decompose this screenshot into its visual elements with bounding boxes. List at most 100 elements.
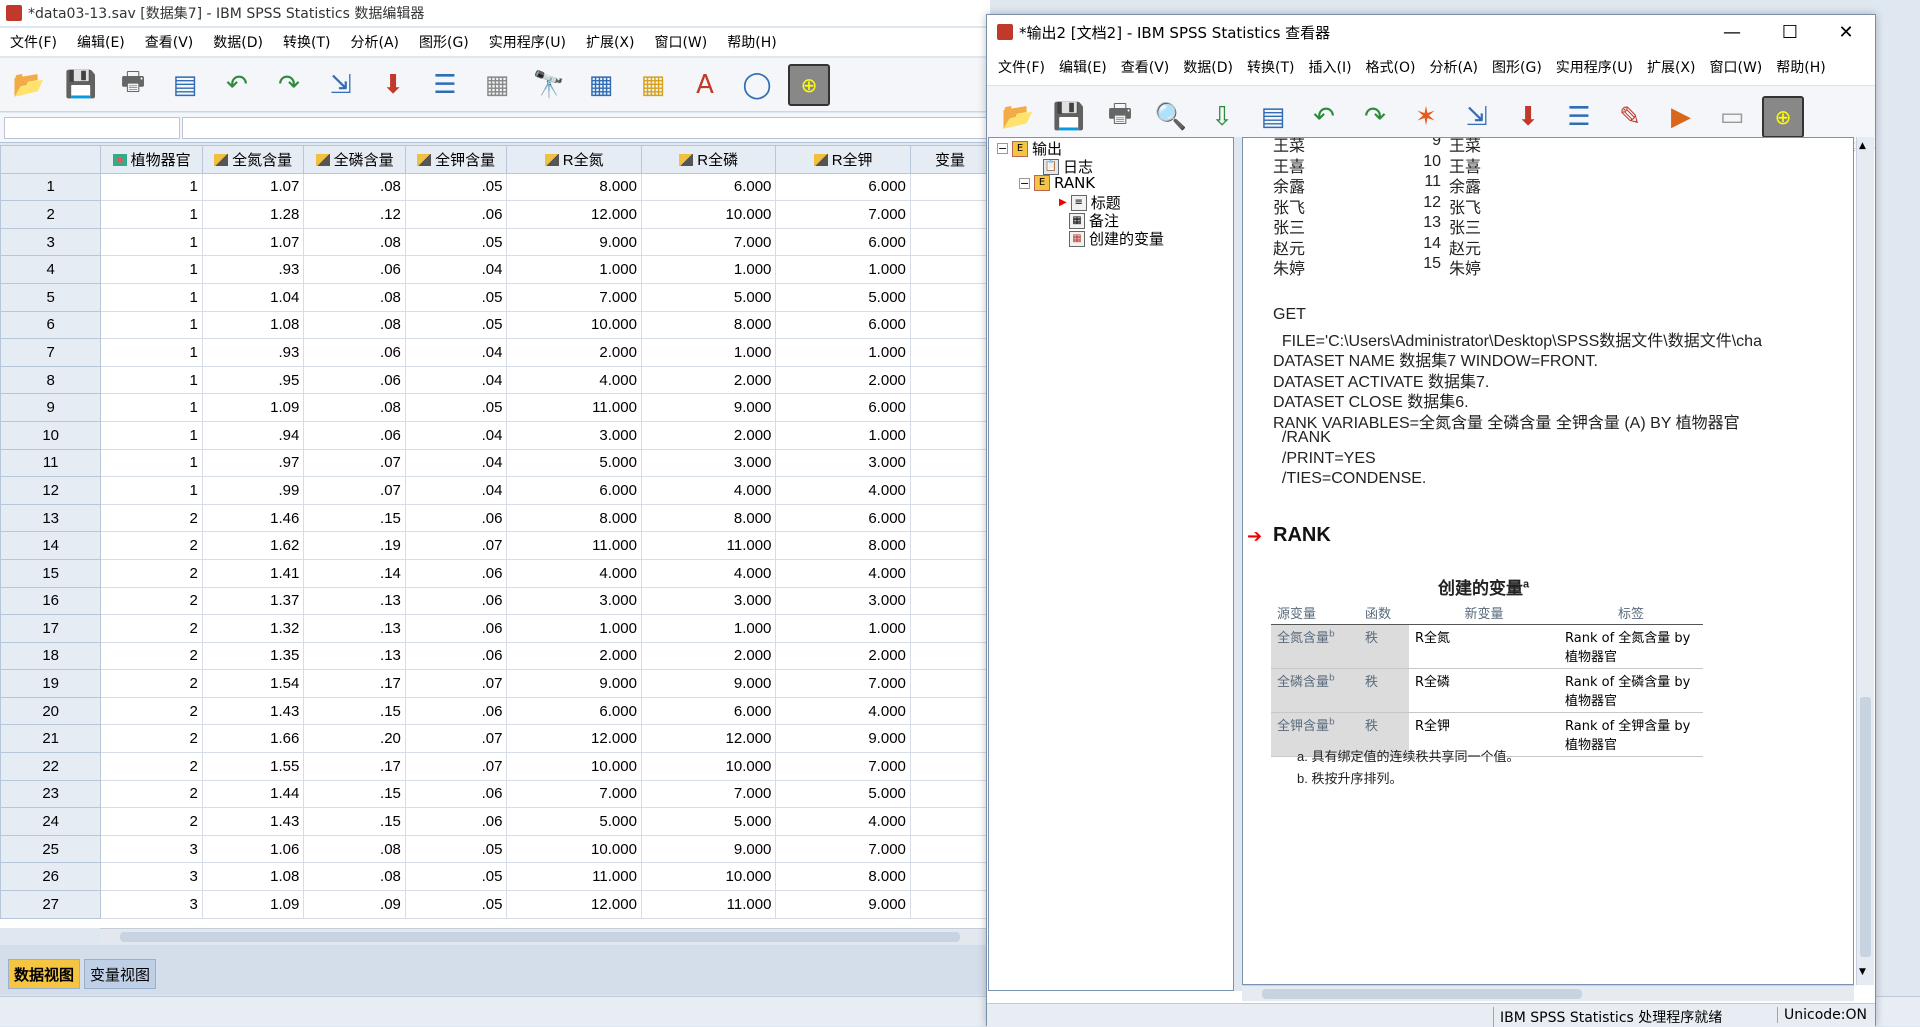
data-cell[interactable]: 2 — [100, 503, 203, 533]
column-header-5[interactable]: R全磷 — [640, 145, 777, 174]
data-cell[interactable]: 11.000 — [506, 531, 642, 560]
column-header-3[interactable]: 全钾含量 — [404, 145, 508, 174]
data-cell[interactable]: .15 — [303, 696, 406, 726]
row-number[interactable]: 6 — [0, 310, 102, 340]
row-number[interactable]: 16 — [0, 586, 102, 616]
data-cell[interactable]: .13 — [303, 614, 406, 643]
data-cell[interactable]: .07 — [404, 752, 508, 781]
empty-cell[interactable] — [909, 448, 990, 478]
data-cell[interactable]: 4.000 — [506, 365, 642, 395]
data-cell[interactable]: 1.06 — [201, 834, 305, 864]
data-cell[interactable]: 8.000 — [640, 310, 777, 340]
split-file-icon[interactable]: A — [684, 64, 726, 106]
empty-cell[interactable] — [909, 807, 990, 836]
empty-cell[interactable] — [909, 558, 990, 588]
data-cell[interactable]: .06 — [404, 807, 508, 836]
empty-cell[interactable] — [909, 531, 990, 560]
row-number[interactable]: 17 — [0, 614, 102, 643]
data-cell[interactable]: 1.46 — [201, 503, 305, 533]
column-header-4[interactable]: R全氮 — [506, 145, 642, 174]
data-cell[interactable]: 2 — [100, 752, 203, 781]
data-cell[interactable]: 5.000 — [506, 448, 642, 478]
data-cell[interactable]: .06 — [303, 420, 406, 450]
data-cell[interactable]: .04 — [404, 476, 508, 505]
data-cell[interactable]: 1 — [100, 200, 203, 229]
data-cell[interactable]: 1.35 — [201, 641, 305, 671]
data-cell[interactable]: 3 — [100, 834, 203, 864]
data-cell[interactable]: .08 — [303, 834, 406, 864]
viewer-menu-item-12[interactable]: 帮助(H) — [1769, 57, 1832, 77]
row-number[interactable]: 23 — [0, 779, 102, 809]
viewer-vertical-scrollbar[interactable]: ▲ ▼ — [1856, 137, 1874, 985]
data-cell[interactable]: 8.000 — [640, 503, 777, 533]
menu-item-10[interactable]: 帮助(H) — [717, 32, 786, 52]
data-cell[interactable]: 2 — [100, 531, 203, 560]
data-cell[interactable]: .07 — [404, 531, 508, 560]
open-folder-icon[interactable]: 📂 — [997, 96, 1039, 138]
data-cell[interactable]: .04 — [404, 365, 508, 395]
data-cell[interactable]: .08 — [303, 862, 406, 892]
empty-cell[interactable] — [909, 696, 990, 726]
row-number[interactable]: 3 — [0, 227, 102, 257]
data-cell[interactable]: 1 — [100, 393, 203, 422]
data-cell[interactable]: .06 — [404, 779, 508, 809]
data-cell[interactable]: 1 — [100, 310, 203, 340]
collapse-icon[interactable]: − — [1019, 177, 1030, 189]
row-number[interactable]: 18 — [0, 641, 102, 671]
data-cell[interactable]: .07 — [303, 448, 406, 478]
data-cell[interactable]: 1.000 — [775, 614, 911, 643]
data-cell[interactable]: 6.000 — [775, 503, 911, 533]
insert-variable-icon[interactable]: ▦ — [632, 64, 674, 106]
data-cell[interactable]: 1.32 — [201, 614, 305, 643]
row-number[interactable]: 24 — [0, 807, 102, 836]
data-cell[interactable]: 7.000 — [775, 200, 911, 229]
row-number[interactable]: 4 — [0, 255, 102, 284]
data-cell[interactable]: 8.000 — [506, 503, 642, 533]
row-number[interactable]: 2 — [0, 200, 102, 229]
data-cell[interactable]: 6.000 — [775, 393, 911, 422]
menu-item-5[interactable]: 分析(A) — [340, 32, 409, 52]
data-cell[interactable]: 7.000 — [775, 834, 911, 864]
empty-cell[interactable] — [909, 338, 990, 367]
scroll-up-icon[interactable]: ▲ — [1859, 141, 1871, 153]
recall-dialog-icon[interactable]: ▤ — [164, 64, 206, 106]
data-cell[interactable]: 1.43 — [201, 696, 305, 726]
menu-item-0[interactable]: 文件(F) — [0, 32, 67, 52]
data-cell[interactable]: 2 — [100, 779, 203, 809]
data-cell[interactable]: 2.000 — [775, 641, 911, 671]
data-cell[interactable]: 4.000 — [775, 696, 911, 726]
data-cell[interactable]: .05 — [404, 282, 508, 312]
undo-icon[interactable]: ↶ — [1303, 96, 1345, 138]
empty-cell[interactable] — [909, 724, 990, 754]
row-number[interactable]: 7 — [0, 338, 102, 367]
data-cell[interactable]: .08 — [303, 393, 406, 422]
data-cell[interactable]: 2 — [100, 807, 203, 836]
data-cell[interactable]: 1.55 — [201, 752, 305, 781]
goto-case-icon[interactable]: ⇲ — [1456, 96, 1498, 138]
data-cell[interactable]: .13 — [303, 641, 406, 671]
data-cell[interactable]: 1.04 — [201, 282, 305, 312]
pane-splitter[interactable] — [1234, 137, 1242, 991]
data-cell[interactable]: .15 — [303, 503, 406, 533]
data-cell[interactable]: .06 — [303, 338, 406, 367]
row-number[interactable]: 26 — [0, 862, 102, 892]
data-cell[interactable]: 10.000 — [640, 200, 777, 229]
data-cell[interactable]: 3.000 — [506, 586, 642, 616]
data-cell[interactable]: 11.000 — [506, 862, 642, 892]
data-cell[interactable]: 1 — [100, 338, 203, 367]
data-cell[interactable]: 1 — [100, 365, 203, 395]
data-cell[interactable]: .06 — [404, 200, 508, 229]
data-cell[interactable]: 6.000 — [506, 476, 642, 505]
data-cell[interactable]: .05 — [404, 393, 508, 422]
data-cell[interactable]: 1 — [100, 227, 203, 257]
data-cell[interactable]: 1.000 — [775, 255, 911, 284]
data-cell[interactable]: 5.000 — [506, 807, 642, 836]
goto-case-icon[interactable]: ⇲ — [320, 64, 362, 106]
row-number[interactable]: 14 — [0, 531, 102, 560]
empty-cell[interactable] — [909, 282, 990, 312]
viewer-menu-item-8[interactable]: 图形(G) — [1485, 57, 1549, 77]
data-cell[interactable]: 2 — [100, 586, 203, 616]
data-cell[interactable]: .04 — [404, 448, 508, 478]
data-cell[interactable]: 2 — [100, 641, 203, 671]
data-cell[interactable]: .05 — [404, 890, 508, 919]
